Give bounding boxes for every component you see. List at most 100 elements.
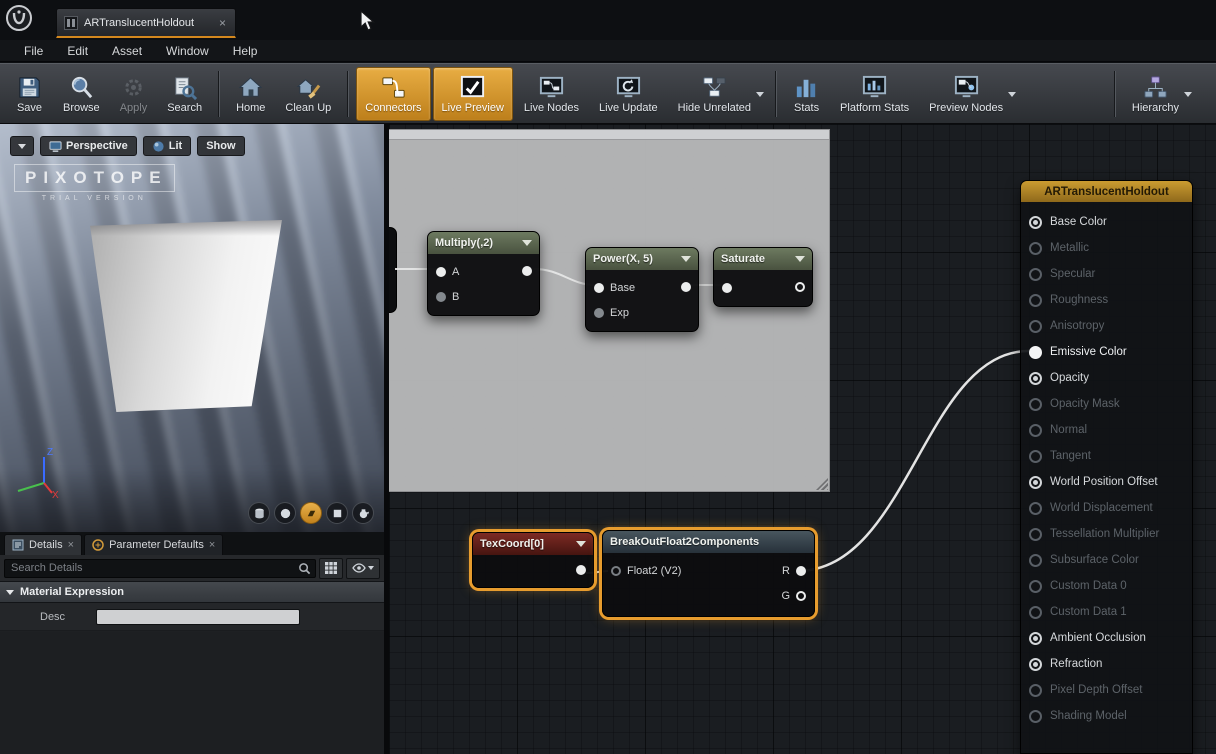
power-node-header[interactable]: Power(X, 5) [586,248,698,270]
camera-mode-button[interactable]: Perspective [40,136,137,156]
material-graph-canvas[interactable]: Multiply(,2) A B Power(X, 5) Base Exp [389,124,1216,754]
texcoord-node[interactable]: TexCoord[0] [472,532,594,588]
output-pin[interactable] [796,591,806,601]
material-input-pin[interactable] [1029,424,1042,437]
connectors-button[interactable]: Connectors [356,67,430,121]
input-pin[interactable] [594,308,604,318]
chevron-down-icon[interactable] [1184,92,1192,97]
material-input-pin[interactable] [1029,606,1042,619]
tab-close-icon[interactable]: × [217,16,228,30]
preview-cube-button[interactable] [326,502,348,524]
platform-stats-button[interactable]: Platform Stats [831,67,918,121]
viewport-options-button[interactable] [10,136,34,156]
menu-asset[interactable]: Asset [100,40,154,62]
material-input-pin[interactable] [1029,658,1042,671]
material-expression-section-header[interactable]: Material Expression [0,582,384,603]
input-pin[interactable] [611,566,621,576]
material-input-pin[interactable] [1029,502,1042,515]
save-button[interactable]: Save [7,67,52,121]
material-pin-row: Refraction [1021,651,1192,677]
material-input-pin[interactable] [1029,476,1042,489]
live-update-button[interactable]: Live Update [590,67,667,121]
output-pin[interactable] [576,565,586,575]
clean-up-icon [295,74,322,101]
visibility-filter-button[interactable] [346,558,380,579]
unreal-logo [5,4,33,32]
saturate-node-header[interactable]: Saturate [714,248,812,270]
material-input-pin[interactable] [1029,320,1042,333]
material-input-pin[interactable] [1029,398,1042,411]
desc-input[interactable] [96,609,300,625]
resize-handle[interactable] [816,478,828,490]
grid-view-button[interactable] [319,558,343,579]
preview-plane-button[interactable] [300,502,322,524]
input-pin[interactable] [436,292,446,302]
hide-unrelated-button[interactable]: Hide Unrelated [669,67,768,121]
live-nodes-button[interactable]: Live Nodes [515,67,588,121]
home-button[interactable]: Home [227,67,274,121]
svg-text:Z: Z [47,447,53,458]
preview-sphere-button[interactable] [274,502,296,524]
material-input-pin[interactable] [1029,632,1042,645]
material-input-pin[interactable] [1029,372,1042,385]
material-input-pin[interactable] [1029,710,1042,723]
stats-button[interactable]: Stats [784,67,829,121]
preview-cylinder-button[interactable] [248,502,270,524]
material-input-pin[interactable] [1029,346,1042,359]
material-input-pin[interactable] [1029,684,1042,697]
material-input-pin[interactable] [1029,294,1042,307]
chevron-down-icon[interactable] [795,256,805,262]
tab-parameter-defaults[interactable]: Parameter Defaults × [84,534,223,555]
cube-icon [331,507,344,520]
input-pin[interactable] [594,283,604,293]
view-mode-button[interactable]: Lit [143,136,191,156]
search-details-input[interactable] [4,559,316,578]
output-pin[interactable] [681,282,691,292]
close-icon[interactable]: × [68,539,74,551]
texcoord-node-header[interactable]: TexCoord[0] [473,533,593,555]
browse-button[interactable]: Browse [54,67,109,121]
material-input-pin[interactable] [1029,268,1042,281]
show-menu-button[interactable]: Show [197,136,244,156]
asset-tab[interactable]: ARTranslucentHoldout × [56,8,236,38]
output-pin[interactable] [522,266,532,276]
material-input-pin[interactable] [1029,528,1042,541]
clean-up-button[interactable]: Clean Up [276,67,340,121]
chevron-down-icon[interactable] [522,240,532,246]
apply-button[interactable]: Apply [111,67,157,121]
chevron-down-icon[interactable] [681,256,691,262]
search-button[interactable]: Search [158,67,211,121]
preview-mesh-button[interactable] [352,502,374,524]
tab-details[interactable]: Details × [4,534,82,555]
input-pin[interactable] [722,283,732,293]
material-input-pin[interactable] [1029,580,1042,593]
close-icon[interactable]: × [209,539,215,551]
material-result-node[interactable]: ARTranslucentHoldout Base Color Metallic [1020,180,1193,754]
input-pin[interactable] [436,267,446,277]
breakout-node-header[interactable]: BreakOutFloat2Components [603,531,814,553]
menu-edit[interactable]: Edit [55,40,100,62]
material-input-pin[interactable] [1029,554,1042,567]
menu-help[interactable]: Help [221,40,270,62]
material-input-pin[interactable] [1029,450,1042,463]
chevron-down-icon[interactable] [1008,92,1016,97]
material-node-header[interactable]: ARTranslucentHoldout [1021,181,1192,202]
multiply-node[interactable]: Multiply(,2) A B [427,231,540,316]
output-pin[interactable] [795,282,805,292]
preview-viewport[interactable]: PIXOTOPE TRIAL VERSION Perspective Lit S… [0,124,384,532]
multiply-node-header[interactable]: Multiply(,2) [428,232,539,254]
hierarchy-button[interactable]: Hierarchy [1123,67,1196,121]
output-pin[interactable] [796,566,806,576]
chevron-down-icon[interactable] [756,92,764,97]
offscreen-node[interactable] [389,227,397,313]
material-input-pin[interactable] [1029,216,1042,229]
power-node[interactable]: Power(X, 5) Base Exp [585,247,699,332]
menu-file[interactable]: File [12,40,55,62]
saturate-node[interactable]: Saturate [713,247,813,307]
breakout-float2-node[interactable]: BreakOutFloat2Components Float2 (V2) R G [602,530,815,617]
preview-nodes-button[interactable]: Preview Nodes [920,67,1020,121]
material-input-pin[interactable] [1029,242,1042,255]
chevron-down-icon[interactable] [576,541,586,547]
live-preview-button[interactable]: Live Preview [433,67,513,121]
menu-window[interactable]: Window [154,40,221,62]
